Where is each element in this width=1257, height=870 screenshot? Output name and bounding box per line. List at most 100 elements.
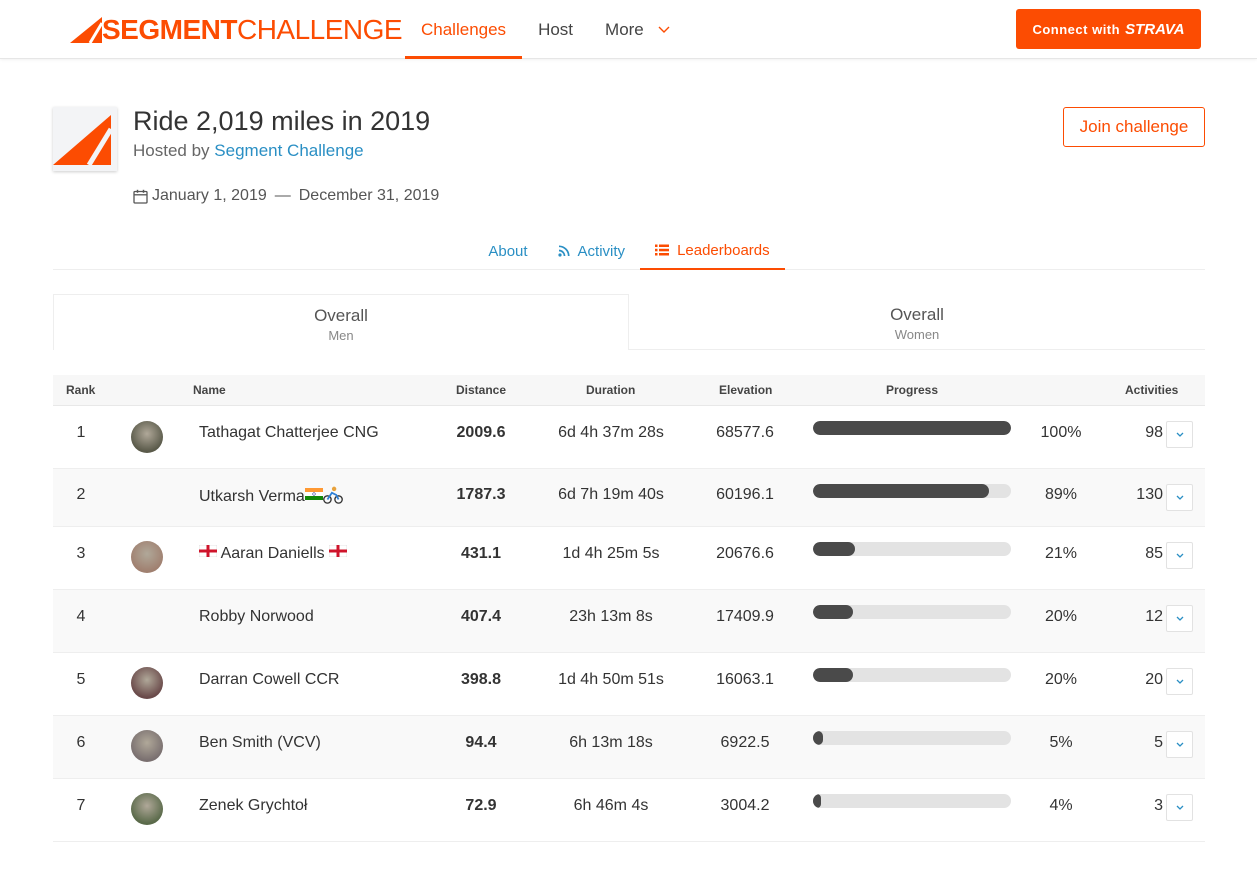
table-row[interactable]: 3 Aaran Daniells 431.1 1d 4h 25m 5s 20676.…: [53, 527, 1205, 590]
board-overall-men[interactable]: Overall Men: [53, 294, 629, 350]
progress-fill: [813, 484, 990, 498]
duration: 23h 13m 8s: [569, 608, 653, 625]
activity-count: 3: [1154, 797, 1163, 814]
progress-fill: [813, 542, 855, 556]
activity-count: 130: [1136, 486, 1163, 503]
expand-row-button[interactable]: [1166, 421, 1193, 448]
rank: 3: [76, 545, 86, 562]
leaderboard-header: Rank Name Distance Duration Elevation Pr…: [53, 375, 1205, 406]
tab-leaderboards[interactable]: Leaderboards: [640, 232, 785, 270]
expand-row-button[interactable]: [1166, 605, 1193, 632]
athlete-name-text: Utkarsh Verma: [199, 488, 305, 505]
challenge-dates: January 1, 2019 — December 31, 2019: [133, 187, 439, 205]
nav-more-label: More: [605, 19, 644, 39]
board-title: Overall: [890, 305, 944, 324]
table-row[interactable]: 4 Robby Norwood 407.4 23h 13m 8s 17409.9 20% 1…: [53, 590, 1205, 653]
nav-challenges[interactable]: Challenges: [405, 0, 523, 59]
rank: 6: [76, 734, 86, 751]
cyclist-icon: [322, 486, 343, 504]
athlete-name[interactable]: Ben Smith (VCV): [199, 734, 321, 752]
avatar[interactable]: [131, 730, 163, 762]
progress-percent: 20%: [1044, 671, 1078, 688]
progress-fill: [813, 605, 853, 619]
chevron-down-icon: [1176, 495, 1183, 500]
progress-percent: 5%: [1049, 734, 1073, 751]
table-row[interactable]: 1 Tathagat Chatterjee CNG 2009.6 6d 4h 37m …: [53, 406, 1205, 469]
chevron-down-icon: [1176, 742, 1183, 747]
table-row[interactable]: 6 Ben Smith (VCV) 94.4 6h 13m 18s 6922.5 5% 5: [53, 716, 1205, 779]
expand-row-button[interactable]: [1166, 542, 1193, 569]
progress-bar: [813, 794, 1011, 808]
nav-host[interactable]: Host: [522, 0, 589, 59]
header-activities: Activities: [1125, 383, 1179, 397]
progress-bar: [813, 605, 1011, 619]
tab-about[interactable]: About: [473, 232, 542, 270]
connect-strava-button[interactable]: Connect with STRAVA: [1016, 9, 1201, 49]
activity-count: 20: [1145, 671, 1163, 688]
athlete-name[interactable]: Robby Norwood: [199, 608, 314, 626]
board-title: Overall: [314, 306, 368, 325]
distance: 431.1: [460, 545, 502, 562]
leaderboard-selector: Overall Men Overall Women: [53, 294, 1205, 350]
expand-row-button[interactable]: [1166, 794, 1193, 821]
join-challenge-button[interactable]: Join challenge: [1063, 107, 1205, 147]
athlete-name[interactable]: Aaran Daniells: [199, 545, 348, 563]
tab-activity[interactable]: Activity: [543, 232, 641, 270]
rss-icon: [557, 245, 570, 257]
hosted-by-prefix: Hosted by: [133, 141, 210, 160]
athlete-name[interactable]: Zenek Grychtoł: [199, 797, 307, 815]
athlete-name-text: Darran Cowell CCR: [199, 671, 340, 688]
rank: 7: [76, 797, 86, 814]
progress-percent: 21%: [1044, 545, 1078, 562]
header-name: Name: [193, 383, 226, 397]
progress-percent: 20%: [1044, 608, 1078, 625]
avatar[interactable]: [131, 421, 163, 453]
avatar[interactable]: [131, 667, 163, 699]
distance: 1787.3: [456, 486, 506, 503]
distance: 398.8: [460, 671, 502, 688]
progress-fill: [813, 731, 823, 745]
nav-more[interactable]: More: [589, 0, 686, 59]
segment-challenge-logo[interactable]: SEGMENT CHALLENGE: [70, 16, 403, 44]
duration: 1d 4h 25m 5s: [562, 545, 660, 562]
progress-bar: [813, 484, 1011, 498]
chevron-down-icon: [1176, 432, 1183, 437]
progress-fill: [813, 668, 853, 682]
athlete-name[interactable]: Darran Cowell CCR: [199, 671, 339, 689]
distance: 2009.6: [456, 424, 506, 441]
table-row[interactable]: 5 Darran Cowell CCR 398.8 1d 4h 50m 51s 1606…: [53, 653, 1205, 716]
progress-percent: 4%: [1049, 797, 1073, 814]
activity-count: 98: [1145, 424, 1163, 441]
connect-label: Connect with: [1032, 21, 1121, 37]
table-row[interactable]: 7 Zenek Grychtoł 72.9 6h 46m 4s 3004.2 4% 3: [53, 779, 1205, 842]
board-subtitle: Men: [328, 328, 354, 343]
top-navbar: SEGMENT CHALLENGE Challenges Host More C…: [0, 0, 1257, 59]
start-date: January 1, 2019: [152, 187, 267, 204]
challenge-badge-icon: [53, 115, 114, 167]
athlete-name[interactable]: Utkarsh Verma: [199, 486, 343, 506]
board-overall-women[interactable]: Overall Women: [629, 294, 1205, 350]
avatar[interactable]: [131, 541, 163, 573]
expand-row-button[interactable]: [1166, 731, 1193, 758]
header-duration: Duration: [586, 383, 636, 397]
athlete-name[interactable]: Tathagat Chatterjee CNG: [199, 424, 379, 442]
distance: 72.9: [465, 797, 497, 814]
progress-fill: [813, 421, 1011, 435]
distance: 94.4: [465, 734, 497, 751]
table-row[interactable]: 2 Utkarsh Verma 1787.3 6d 7h 19m 40s 60196.1…: [53, 469, 1205, 527]
duration: 6h 13m 18s: [569, 734, 653, 751]
chevron-down-icon: [1176, 679, 1183, 684]
rank: 5: [76, 671, 86, 688]
duration: 6d 4h 37m 28s: [558, 424, 664, 441]
header-progress: Progress: [886, 383, 939, 397]
logo-mark-icon: [70, 17, 102, 43]
avatar[interactable]: [131, 793, 163, 825]
host-link[interactable]: Segment Challenge: [214, 141, 363, 160]
date-separator: —: [274, 187, 291, 204]
board-subtitle: Women: [894, 327, 940, 342]
rank: 1: [76, 424, 86, 441]
list-icon: [655, 244, 670, 256]
expand-row-button[interactable]: [1166, 484, 1193, 511]
duration: 6d 7h 19m 40s: [558, 486, 664, 503]
expand-row-button[interactable]: [1166, 668, 1193, 695]
